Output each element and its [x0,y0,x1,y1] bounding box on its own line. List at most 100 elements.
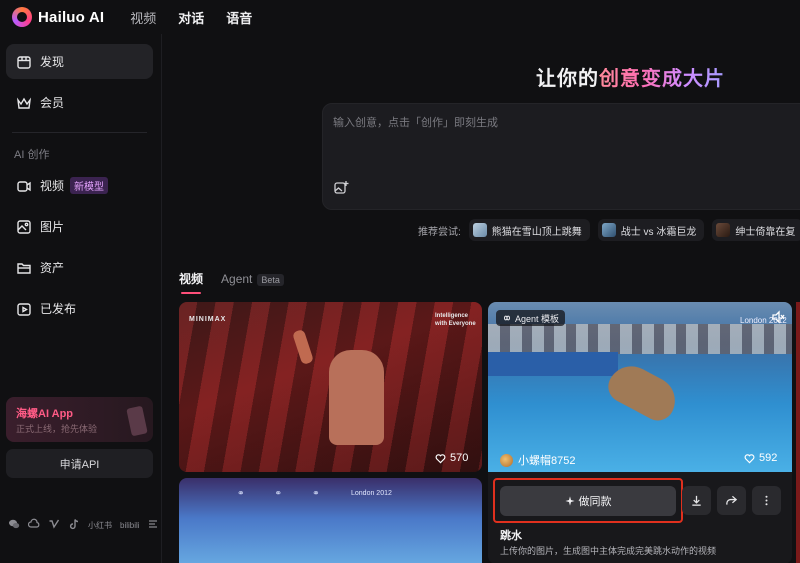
publish-icon [16,301,32,317]
card-description: 上传你的图片，生成图中主体完成完美跳水动作的视频 [500,546,717,556]
section-label: AI 创作 [14,149,50,161]
like-count-value: 570 [450,452,469,464]
top-nav: 视频 对话 语音 [130,8,252,27]
mute-icon[interactable] [771,310,785,324]
prompt-box [322,103,800,210]
topnav-chat[interactable]: 对话 [178,8,204,27]
folder-icon [16,260,32,276]
app-promo-subtitle: 正式上线，抢先体验 [16,424,98,434]
next-card-edge [796,302,800,563]
suggestion-chip[interactable]: 绅士倚靠在复 [712,219,800,241]
make-same-button[interactable]: 做同款 [500,486,676,516]
suggest-label: 推荐尝试: [418,226,461,238]
bilibili-link[interactable]: bilibili [120,521,140,530]
video-thumbnail: London 2012 [488,302,792,472]
logo-icon [12,7,32,27]
sidebar-item-video[interactable]: 视频 新模型 [6,168,153,203]
olympic-rings: ⚭⚭⚭ [237,488,350,498]
suggestion-label: 战士 vs 冰霜巨龙 [620,226,697,238]
card-title: 跳水 [500,530,522,542]
page-headline: 让你的创意变成大片 [536,62,725,91]
panda-thumbnail [472,223,487,237]
beta-badge: Beta [257,273,284,286]
vimeo-icon[interactable] [48,518,60,532]
suggestion-label: 熊猫在雪山顶上跳舞 [491,226,582,238]
app-promo-title: 海螺AI App [16,408,74,420]
headline-prefix: 让你的 [536,68,599,90]
gentleman-thumbnail [716,223,731,237]
make-same-label: 做同款 [578,496,612,508]
like-count[interactable]: 592 [744,452,777,464]
download-button[interactable] [682,486,711,515]
divider [12,132,147,133]
app-promo-card[interactable]: 海螺AI App 正式上线，抢先体验 [6,397,153,442]
avatar [500,453,513,467]
video-card[interactable]: ⚭⚭⚭ London 2012 [179,478,482,563]
cloud-icon[interactable] [27,518,40,532]
xiaohongshu-link[interactable]: 小红书 [88,520,112,531]
video-card[interactable]: MINIMAX Intelligence with Everyone 570 [179,302,482,472]
person-shape [329,350,384,445]
author-name: 小螺帽8752 [518,455,576,467]
sidebar-item-published[interactable]: 已发布 [6,291,153,326]
suggestion-label: 绅士倚靠在复 [735,226,796,238]
download-icon [692,495,701,506]
suggestion-chip[interactable]: 熊猫在雪山顶上跳舞 [468,219,590,241]
menu-icon[interactable] [148,519,158,531]
suggestions-row: 推荐尝试: 熊猫在雪山顶上跳舞 战士 vs 冰霜巨龙 绅士倚靠在复 [418,219,800,241]
more-button[interactable] [752,486,781,515]
suggestion-chip[interactable]: 战士 vs 冰霜巨龙 [597,219,705,241]
watermark-left: MINIMAX [189,316,227,323]
share-button[interactable] [717,486,746,515]
tiktok-icon[interactable] [68,518,80,532]
sidebar-item-label: 视频 [40,179,65,193]
wechat-icon[interactable] [8,518,20,532]
headline-highlight: 创意变成大片 [599,68,725,90]
agent-template-card[interactable]: London 2012 Agent 模板 小螺帽8752 592 做同款 跳水 … [488,302,792,563]
content-tabs: 视频 Agent Beta [179,270,284,294]
sparkle-icon [564,496,575,506]
new-model-badge: 新模型 [70,177,109,194]
tab-agent-label: Agent [221,271,253,286]
image-upload-icon[interactable] [333,180,349,196]
heart-icon [744,453,755,463]
sidebar-item-label: 已发布 [40,302,77,316]
more-icon [765,495,768,506]
sidebar-item-assets[interactable]: 资产 [6,250,153,285]
watermark-right: Intelligence with Everyone [435,313,476,327]
apply-api-button[interactable]: 申请API [6,449,153,478]
like-count-value: 592 [759,452,778,464]
logo[interactable]: Hailuo AI [12,7,104,27]
heart-icon [435,453,446,463]
like-count[interactable]: 570 [435,452,468,464]
image-icon [16,219,32,235]
sidebar-item-image[interactable]: 图片 [6,209,153,244]
share-icon [726,495,738,505]
brand-name: Hailuo AI [38,8,105,26]
prompt-input[interactable] [333,114,773,132]
phone-icon [126,405,148,437]
crown-icon [16,95,32,111]
dragon-thumbnail [601,223,616,237]
agent-template-tag: Agent 模板 [496,310,566,326]
top-bar: Hailuo AI 视频 对话 语音 [0,0,800,34]
calendar-icon [16,54,32,70]
audience-stand [488,324,792,354]
topnav-voice[interactable]: 语音 [226,8,252,27]
author[interactable]: 小螺帽8752 [500,452,575,468]
sidebar-item-label: 发现 [40,55,65,69]
sidebar-item-membership[interactable]: 会员 [6,85,153,120]
sidebar-item-label: 会员 [40,96,65,110]
sidebar-item-discover[interactable]: 发现 [6,44,153,79]
agent-tag-label: Agent 模板 [515,313,560,324]
sidebar: 发现 会员 AI 创作 视频 新模型 图片 资产 已发布 海螺AI App 正式 [0,34,162,563]
tab-video[interactable]: 视频 [179,270,203,294]
sidebar-item-label: 图片 [40,220,65,234]
main-content: 让你的创意变成大片 推荐尝试: 熊猫在雪山顶上跳舞 战士 vs 冰霜巨龙 绅士倚… [163,34,800,563]
topnav-video[interactable]: 视频 [130,8,156,27]
sidebar-item-label: 资产 [40,261,65,275]
infinity-icon [503,315,511,321]
olympic-board [488,352,618,376]
tab-agent[interactable]: Agent Beta [221,272,284,286]
london-overlay: London 2012 [351,490,392,497]
